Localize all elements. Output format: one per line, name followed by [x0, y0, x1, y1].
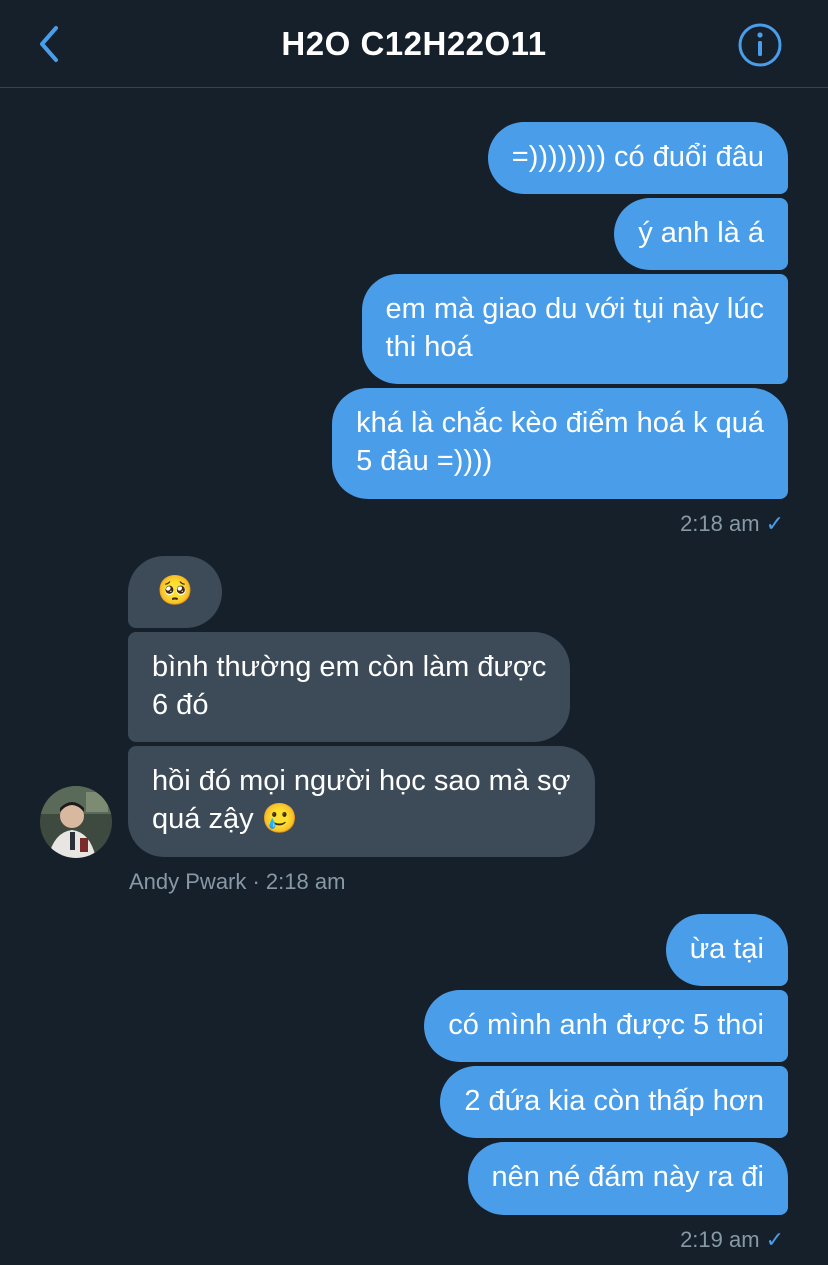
- message-text: có mình anh được 5 thoi: [448, 1009, 764, 1041]
- conversation-header: H2O C12H22O11: [0, 0, 828, 88]
- incoming-message[interactable]: bình thường em còn làm được 6 đó: [128, 632, 571, 742]
- message-text: nên né đám này ra đi: [491, 1161, 764, 1193]
- incoming-message[interactable]: hồi đó mọi người học sao mà sợ quá zậy 🥲: [128, 746, 595, 857]
- outgoing-message[interactable]: ừa tại: [665, 914, 788, 986]
- avatar[interactable]: [40, 786, 112, 858]
- info-icon: [738, 23, 782, 67]
- message-text: quá zậy: [152, 803, 254, 835]
- message-timestamp: 2:18 am ✓: [680, 511, 784, 537]
- outgoing-message[interactable]: ý anh là á: [614, 198, 788, 270]
- sent-check-icon: ✓: [765, 511, 784, 536]
- message-text: bình thường em còn làm được: [152, 651, 547, 683]
- message-text: thi hoá: [385, 331, 473, 363]
- message-text: hồi đó mọi người học sao mà sợ: [152, 765, 571, 797]
- message-text: 6 đó: [152, 689, 209, 721]
- message-text: ừa tại: [689, 933, 764, 965]
- outgoing-message[interactable]: =)))))))) có đuổi đâu: [487, 122, 788, 194]
- profile-photo: [40, 786, 112, 858]
- message-text: =)))))))) có đuổi đâu: [511, 141, 764, 173]
- message-text: em mà giao du với tụi này lúc: [385, 293, 764, 325]
- outgoing-message[interactable]: có mình anh được 5 thoi: [424, 990, 788, 1062]
- outgoing-message[interactable]: em mà giao du với tụi này lúc thi hoá: [361, 274, 788, 384]
- conversation-title: H2O C12H22O11: [281, 25, 547, 62]
- message-text: khá là chắc kèo điểm hoá k quá: [356, 407, 764, 439]
- smiling-tear-emoji: 🥲: [261, 803, 298, 835]
- outgoing-message[interactable]: nên né đám này ra đi: [467, 1142, 788, 1215]
- outgoing-message[interactable]: 2 đứa kia còn thấp hơn: [440, 1066, 788, 1138]
- timestamp-text: 2:19 am: [680, 1227, 760, 1252]
- message-text: 5 đâu =)))): [356, 445, 493, 477]
- timestamp-text: 2:18 am: [680, 511, 760, 536]
- message-text: 2 đứa kia còn thấp hơn: [464, 1085, 764, 1117]
- message-timestamp: 2:19 am ✓: [680, 1227, 784, 1253]
- info-button[interactable]: [737, 22, 783, 68]
- sender-meta: Andy Pwark · 2:18 am: [129, 869, 346, 894]
- pleading-face-emoji: 🥺: [156, 575, 194, 607]
- sent-check-icon: ✓: [765, 1227, 784, 1252]
- incoming-message[interactable]: 🥺: [128, 556, 222, 628]
- message-text: ý anh là á: [638, 217, 764, 249]
- outgoing-message[interactable]: khá là chắc kèo điểm hoá k quá 5 đâu =))…: [332, 388, 788, 499]
